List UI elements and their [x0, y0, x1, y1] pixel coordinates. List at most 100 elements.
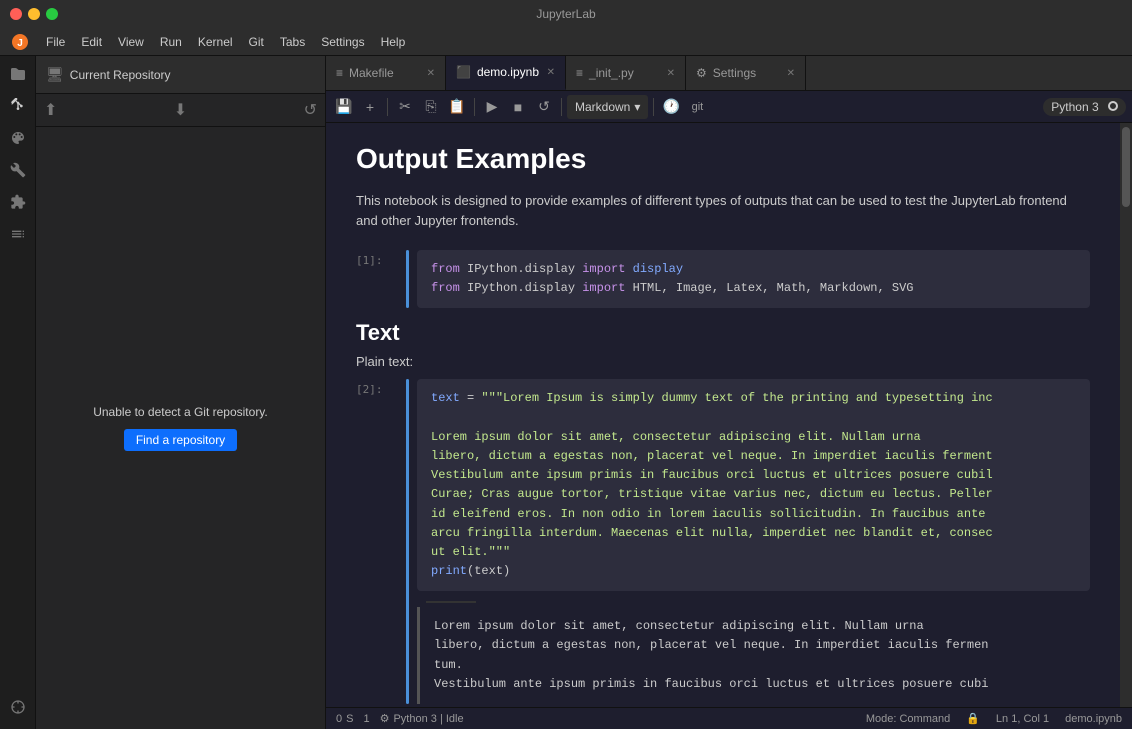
- code-cell-1: [1]: from IPython.display import display: [356, 250, 1090, 308]
- scrollbar-thumb[interactable]: [1122, 127, 1130, 207]
- download-icon[interactable]: ⬇: [174, 100, 187, 120]
- minimize-button[interactable]: [28, 8, 40, 20]
- init-tab-close[interactable]: ✕: [667, 68, 675, 79]
- menu-git[interactable]: Git: [241, 33, 272, 51]
- cell-type-dropdown[interactable]: Markdown ▾: [567, 95, 648, 119]
- git-toolbar-icon[interactable]: git: [685, 95, 709, 119]
- code-line-text-1: text = """Lorem Ipsum is simply dummy te…: [431, 389, 1076, 408]
- menu-run[interactable]: Run: [152, 33, 190, 51]
- menu-help[interactable]: Help: [373, 33, 414, 51]
- tab-init[interactable]: ≡ _init_.py ✕: [566, 56, 686, 90]
- upload-icon[interactable]: ⬆: [44, 100, 57, 120]
- find-repository-button[interactable]: Find a repository: [124, 429, 237, 451]
- scrollbar[interactable]: [1120, 123, 1132, 707]
- icon-bar: [0, 56, 36, 729]
- toolbar-separator-4: [653, 98, 654, 116]
- toolbar-separator-3: [561, 98, 562, 116]
- refresh-icon[interactable]: ↺: [304, 100, 317, 120]
- code-line-print: print(text): [431, 562, 1076, 581]
- menu-view[interactable]: View: [110, 33, 152, 51]
- code-line-text-2: [431, 409, 1076, 428]
- toolbar: 💾 + ✂ ⎘ 📋 ▶ ■ ↺ Markdown ▾ 🕐 git Python …: [326, 91, 1132, 123]
- git-icon[interactable]: [4, 92, 32, 120]
- demo-tab-label: demo.ipynb: [477, 65, 539, 79]
- paste-button[interactable]: 📋: [445, 95, 469, 119]
- maximize-button[interactable]: [46, 8, 58, 20]
- cell-num-display: 0: [336, 713, 342, 725]
- app-logo: J: [10, 32, 30, 52]
- mode-indicator: Mode: Command: [866, 713, 950, 725]
- sidebar-header: 🖥 Current Repository: [36, 56, 325, 94]
- toolbar-separator-1: [387, 98, 388, 116]
- status-left: 0 S 1 ⚙ Python 3 | Idle: [336, 712, 464, 725]
- clock-icon[interactable]: 🕐: [659, 95, 683, 119]
- code-line-text-3: Lorem ipsum dolor sit amet, consectetur …: [431, 428, 1076, 447]
- menu-tabs[interactable]: Tabs: [272, 33, 313, 51]
- cell-body-2: text = """Lorem Ipsum is simply dummy te…: [417, 379, 1090, 704]
- list-icon[interactable]: [4, 220, 32, 248]
- code-block-1[interactable]: from IPython.display import display from…: [417, 250, 1090, 308]
- cell-bar-2: [406, 379, 409, 704]
- sidebar-upload-bar: ⬆ ⬇ ↺: [36, 94, 325, 127]
- cell-output-2: Lorem ipsum dolor sit amet, consectetur …: [417, 607, 1090, 704]
- tab-bar: ≡ Makefile ✕ ⬛ demo.ipynb ✕ ≡ _init_.py …: [326, 56, 1132, 91]
- svg-text:J: J: [17, 38, 23, 49]
- extension-icon[interactable]: [4, 188, 32, 216]
- security-icon: 🔒: [966, 712, 980, 725]
- settings-tab-icon: ⚙: [696, 66, 707, 80]
- folder-icon[interactable]: [4, 60, 32, 88]
- settings-tab-close[interactable]: ✕: [787, 68, 795, 79]
- cell-label: S: [346, 713, 353, 725]
- keyword-from-2: from: [431, 281, 460, 295]
- keyword-from-1: from: [431, 262, 460, 276]
- puzzle-icon[interactable]: [4, 693, 32, 721]
- code-line-text-6: Curae; Cras augue tortor, tristique vita…: [431, 485, 1076, 504]
- tab-demo[interactable]: ⬛ demo.ipynb ✕: [446, 56, 566, 90]
- cut-button[interactable]: ✂: [393, 95, 417, 119]
- window-controls: [10, 8, 58, 20]
- run-button[interactable]: ▶: [480, 95, 504, 119]
- init-tab-icon: ≡: [576, 66, 583, 80]
- palette-icon[interactable]: [4, 124, 32, 152]
- demo-tab-close[interactable]: ✕: [547, 67, 555, 78]
- add-cell-button[interactable]: +: [358, 95, 382, 119]
- makefile-tab-close[interactable]: ✕: [427, 68, 435, 79]
- main-layout: 🖥 Current Repository ⬆ ⬇ ↺ Unable to det…: [0, 56, 1132, 729]
- save-button[interactable]: 💾: [332, 95, 356, 119]
- text-section-title: Text: [356, 320, 1090, 346]
- settings-tab-label: Settings: [713, 66, 756, 80]
- gear-icon: ⚙: [380, 712, 390, 725]
- notebook-description: This notebook is designed to provide exa…: [356, 191, 1076, 230]
- cell-bar-1: [406, 250, 409, 308]
- status-bar: 0 S 1 ⚙ Python 3 | Idle Mode: Command 🔒 …: [326, 707, 1132, 729]
- code-module-2: IPython.display: [467, 281, 582, 295]
- menu-file[interactable]: File: [38, 33, 73, 51]
- text-section-sub: Plain text:: [356, 354, 1090, 369]
- kernel-info[interactable]: Python 3: [1043, 98, 1126, 116]
- init-tab-label: _init_.py: [589, 66, 634, 80]
- restart-button[interactable]: ↺: [532, 95, 556, 119]
- code-line-text-4: libero, dictum a egestas non, placerat v…: [431, 447, 1076, 466]
- code-line-text-7: id eleifend eros. In non odio in lorem i…: [431, 505, 1076, 524]
- menu-settings[interactable]: Settings: [313, 33, 372, 51]
- code-line-2: from IPython.display import HTML, Image,…: [431, 279, 1076, 298]
- copy-button[interactable]: ⎘: [419, 95, 443, 119]
- tab-makefile[interactable]: ≡ Makefile ✕: [326, 56, 446, 90]
- tools-icon[interactable]: [4, 156, 32, 184]
- git-error-text: Unable to detect a Git repository.: [93, 405, 268, 419]
- menu-edit[interactable]: Edit: [73, 33, 110, 51]
- code-line-text-8: arcu fringilla interdum. Maecenas elit n…: [431, 524, 1076, 543]
- code-module-1: IPython.display: [467, 262, 582, 276]
- stop-button[interactable]: ■: [506, 95, 530, 119]
- cell-body-1: from IPython.display import display from…: [417, 250, 1090, 308]
- code-block-2[interactable]: text = """Lorem Ipsum is simply dummy te…: [417, 379, 1090, 591]
- menu-kernel[interactable]: Kernel: [190, 33, 241, 51]
- code-line-text-5: Vestibulum ante ipsum primis in faucibus…: [431, 466, 1076, 485]
- cursor-position: Ln 1, Col 1: [996, 713, 1049, 725]
- notebook-title: Output Examples: [356, 143, 1090, 175]
- titlebar: JupyterLab: [0, 0, 1132, 28]
- tab-settings[interactable]: ⚙ Settings ✕: [686, 56, 806, 90]
- var-text: text: [431, 391, 460, 405]
- close-button[interactable]: [10, 8, 22, 20]
- kernel-status-icon: [1108, 101, 1118, 111]
